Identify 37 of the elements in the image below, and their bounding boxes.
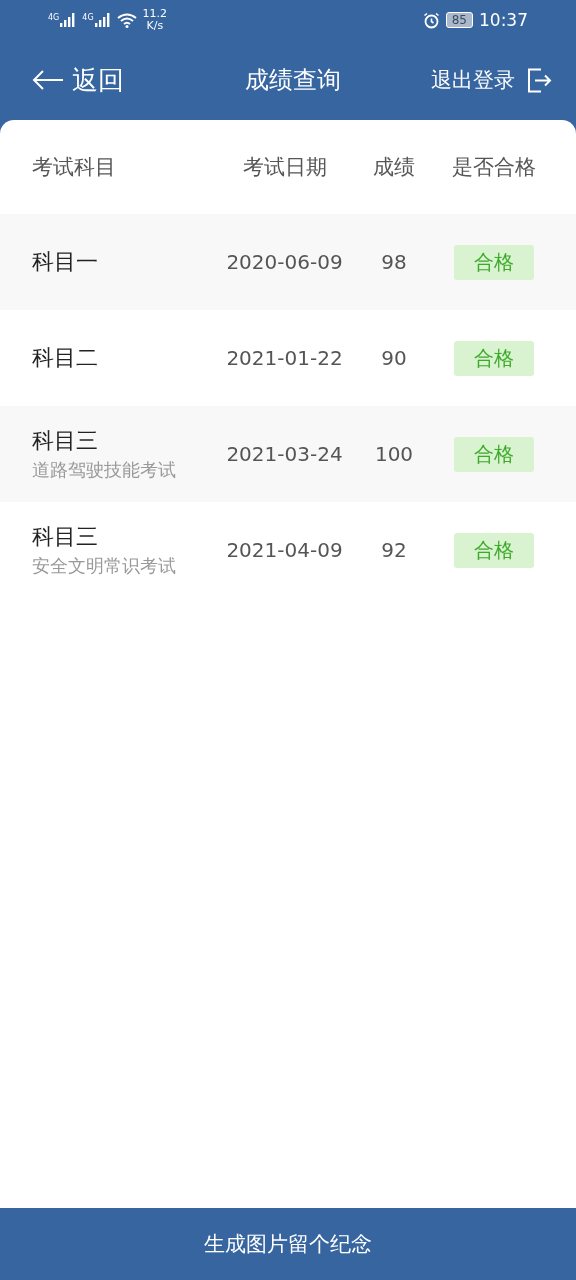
page-title: 成绩查询 bbox=[244, 65, 341, 96]
clock-time: 10:37 bbox=[479, 10, 528, 30]
exam-date: 2021-04-09 bbox=[225, 538, 344, 562]
result-badge: 合格 bbox=[454, 436, 534, 472]
signal-icon bbox=[60, 13, 77, 27]
wifi-icon bbox=[116, 12, 137, 28]
logout-icon bbox=[527, 67, 552, 93]
subject-name: 科目三 bbox=[32, 427, 99, 455]
result-badge: 合格 bbox=[454, 244, 534, 280]
exam-date: 2020-06-09 bbox=[225, 250, 344, 274]
column-header: 考试日期 bbox=[241, 154, 328, 181]
exam-date: 2021-01-22 bbox=[225, 346, 344, 370]
battery-level: 85 bbox=[445, 12, 473, 28]
back-button[interactable]: 返回 bbox=[32, 62, 124, 98]
exam-score: 100 bbox=[373, 442, 415, 466]
network-type: 4G bbox=[48, 13, 60, 22]
signal-icon bbox=[94, 13, 111, 27]
subject-name: 科目一 bbox=[32, 248, 99, 276]
subject-detail: 道路驾驶技能考试 bbox=[32, 458, 177, 482]
subject-name: 科目二 bbox=[32, 344, 99, 372]
network-type: 4G bbox=[82, 13, 94, 22]
result-badge: 合格 bbox=[454, 532, 534, 568]
subject-detail: 安全文明常识考试 bbox=[32, 554, 177, 578]
alarm-icon bbox=[422, 11, 440, 29]
subject-name: 科目三 bbox=[32, 523, 99, 551]
column-header: 成绩 bbox=[372, 154, 416, 181]
column-header: 考试科目 bbox=[32, 154, 117, 181]
exam-score: 90 bbox=[380, 346, 408, 370]
result-badge: 合格 bbox=[454, 340, 534, 376]
exam-score: 92 bbox=[380, 538, 408, 562]
column-header: 是否合格 bbox=[451, 154, 537, 181]
logout-button[interactable]: 退出登录 bbox=[431, 66, 552, 94]
exam-date: 2021-03-24 bbox=[225, 442, 344, 466]
network-speed: K/s bbox=[146, 20, 164, 32]
network-speed: 11.2 bbox=[142, 8, 168, 20]
exam-score: 98 bbox=[380, 250, 408, 274]
back-arrow-icon bbox=[32, 69, 64, 91]
